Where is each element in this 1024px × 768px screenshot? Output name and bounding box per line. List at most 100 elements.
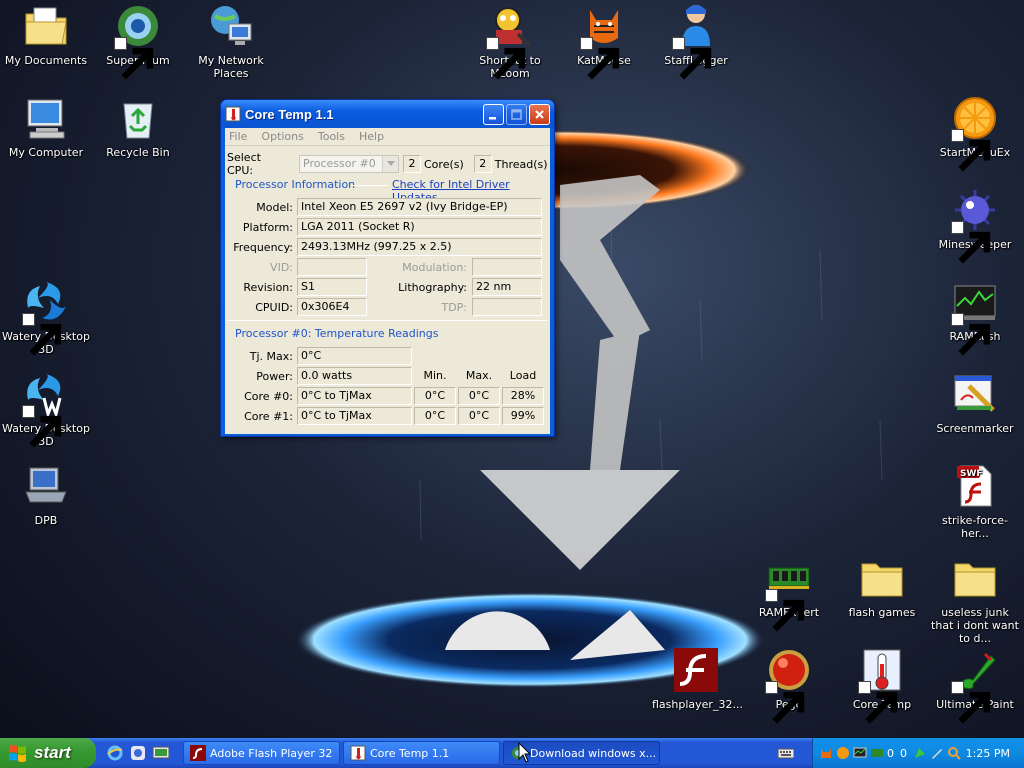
desktop-icon-label: My Computer	[8, 146, 84, 159]
menu-help[interactable]: Help	[359, 130, 384, 143]
orange-slice-icon	[951, 94, 999, 172]
close-icon	[535, 109, 544, 119]
tray-pen-icon[interactable]	[930, 746, 944, 760]
window-title: Core Temp 1.1	[245, 106, 334, 122]
desktop-icon-useless-junk[interactable]: useless junk that i dont want to d...	[929, 554, 1021, 645]
menu-tools[interactable]: Tools	[318, 130, 345, 143]
tray-core-1-temp[interactable]: 0	[900, 747, 907, 760]
tray-magnifier-icon[interactable]	[947, 746, 961, 760]
desktop-icon-screenmarker[interactable]: Screenmarker	[929, 370, 1021, 435]
power-row: Power: 0.0 watts	[227, 367, 412, 385]
cpuid-row: CPUID: 0x306E4 TDP:	[227, 298, 542, 316]
show-desktop-icon[interactable]	[152, 744, 170, 762]
tray-orange-icon[interactable]	[836, 746, 850, 760]
task-adobe-flash-player[interactable]: Adobe Flash Player 32	[183, 741, 340, 765]
window-title-bar[interactable]: Core Temp 1.1	[221, 100, 554, 128]
modulation-value	[472, 258, 542, 276]
core-min-value: 0°C	[414, 407, 456, 425]
desktop-icon-watery-desktop-3d-2[interactable]: Watery Desktop 3D	[0, 370, 92, 448]
menu-options[interactable]: Options	[261, 130, 303, 143]
desktop-icon-minesweeper[interactable]: Minesweeper	[929, 186, 1021, 264]
frequency-row: Frequency: 2493.13MHz (997.25 x 2.5)	[227, 238, 542, 256]
desktop-icon-stafflogger[interactable]: StaffLogger	[650, 2, 742, 80]
desktop-icon-flashplayer[interactable]: flashplayer_32...	[650, 646, 743, 711]
mine-icon	[951, 186, 999, 264]
close-button[interactable]	[529, 103, 550, 125]
folder-documents-icon	[22, 2, 70, 50]
desktop-icon-ramrush[interactable]: RAMRush	[929, 278, 1021, 356]
desktop-icon-dpb[interactable]: DPB	[0, 462, 92, 527]
select-cpu-dropdown[interactable]: Processor #0	[299, 155, 399, 173]
tray-green-icon[interactable]	[913, 746, 927, 760]
core-temp-window[interactable]: Core Temp 1.1 File Options Tools Help Se…	[220, 99, 555, 437]
desktop-icon-label: Screenmarker	[936, 422, 1014, 435]
cores-count: 2	[403, 155, 421, 173]
core-temp-value: 0°C to TjMax	[297, 407, 412, 425]
desktop-icon-startmenuex[interactable]: StartMenuEx	[929, 94, 1021, 172]
task-label: Adobe Flash Player 32	[210, 746, 333, 760]
tdp-value	[472, 298, 542, 316]
mouse-cursor-icon	[518, 742, 532, 763]
desktop-icon-core-temp[interactable]: Core Temp	[836, 646, 928, 724]
platform-value: LGA 2011 (Socket R)	[297, 218, 542, 236]
shortcut-arrow-icon	[22, 405, 62, 448]
platform-label: Platform:	[242, 220, 293, 234]
desktop-icon-mzoom[interactable]: Shortcut to Mzoom	[464, 2, 556, 80]
start-button[interactable]: start	[0, 738, 96, 768]
maximize-button[interactable]	[506, 103, 527, 125]
desktop-icon-my-network-places[interactable]: My Network Places	[185, 2, 277, 80]
tray-monitor-icon[interactable]	[853, 746, 867, 760]
revision-row: Revision: S1 Lithography: 22 nm	[227, 278, 542, 296]
shortcut-arrow-icon	[580, 37, 620, 80]
internet-explorer-icon[interactable]	[106, 744, 124, 762]
tray-core-0-temp[interactable]: 0	[887, 747, 894, 760]
desktop-icon-my-documents[interactable]: My Documents	[0, 2, 92, 67]
desktop-icon-ramexpert[interactable]: RAMExpert	[743, 554, 835, 632]
cpuid-label: CPUID:	[255, 300, 293, 314]
shortcut-arrow-icon	[951, 129, 991, 172]
core-max-value: 0°C	[458, 387, 500, 405]
tray-cat-icon[interactable]	[819, 746, 833, 760]
tdp-label: TDP:	[441, 300, 467, 314]
menu-file[interactable]: File	[229, 130, 247, 143]
network-globe-icon	[207, 2, 255, 50]
select-cpu-value: Processor #0	[303, 157, 376, 170]
desktop-icon-pego[interactable]: Pego	[743, 646, 835, 724]
system-tray: 0 0 1:25 PM	[812, 738, 1024, 768]
desktop-icon-label: My Network Places	[198, 54, 264, 80]
revision-value: S1	[297, 278, 367, 296]
desktop-icon-recycle-bin[interactable]: Recycle Bin	[92, 94, 184, 159]
core-temp-app-icon	[225, 106, 241, 122]
task-core-temp[interactable]: Core Temp 1.1	[343, 741, 500, 765]
tjmax-row: Tj. Max: 0°C	[227, 347, 412, 365]
lithography-label: Lithography:	[398, 280, 467, 294]
recycle-bin-icon	[114, 94, 162, 142]
desktop-icon-label: Recycle Bin	[106, 146, 170, 159]
shortcut-arrow-icon	[951, 221, 991, 264]
group-divider	[352, 185, 388, 186]
desktop-icon-my-computer[interactable]: My Computer	[0, 94, 92, 159]
desktop-icon-katmouse[interactable]: KatMouse	[558, 2, 650, 80]
desktop-icon-watery-desktop-3d[interactable]: Watery Desktop 3D	[0, 278, 92, 356]
media-player-icon[interactable]	[129, 744, 147, 762]
cpuid-value: 0x306E4	[297, 298, 367, 316]
select-cpu-row: Select CPU: Processor #0 2 Core(s) 2 Thr…	[227, 151, 548, 177]
desktop-icon-supermium[interactable]: Supermium	[92, 2, 184, 80]
core-label: Core #1:	[244, 409, 293, 423]
temperature-readings-title: Processor #0: Temperature Readings	[235, 327, 439, 340]
window-client-area: File Options Tools Help Select CPU: Proc…	[225, 128, 550, 434]
frequency-label: Frequency:	[233, 240, 293, 254]
maximize-icon	[511, 108, 522, 120]
shortcut-arrow-icon	[114, 37, 154, 80]
platform-row: Platform: LGA 2011 (Socket R)	[227, 218, 542, 236]
desktop-icon-strike-force[interactable]: SWF strike-force-her...	[929, 462, 1021, 540]
shortcut-arrow-icon	[765, 589, 805, 632]
keyboard-language-icon[interactable]	[778, 746, 794, 760]
desktop-icon-ultimate-paint[interactable]: Ultimate Paint	[929, 646, 1021, 724]
desktop-icon-flash-games[interactable]: flash games	[836, 554, 928, 619]
minimize-button[interactable]	[483, 103, 504, 125]
taskbar-clock[interactable]: 1:25 PM	[966, 747, 1010, 760]
flash-player-icon	[672, 646, 720, 694]
tray-ram-icon[interactable]	[870, 746, 884, 760]
desktop-icon-label: flashplayer_32...	[652, 698, 743, 711]
